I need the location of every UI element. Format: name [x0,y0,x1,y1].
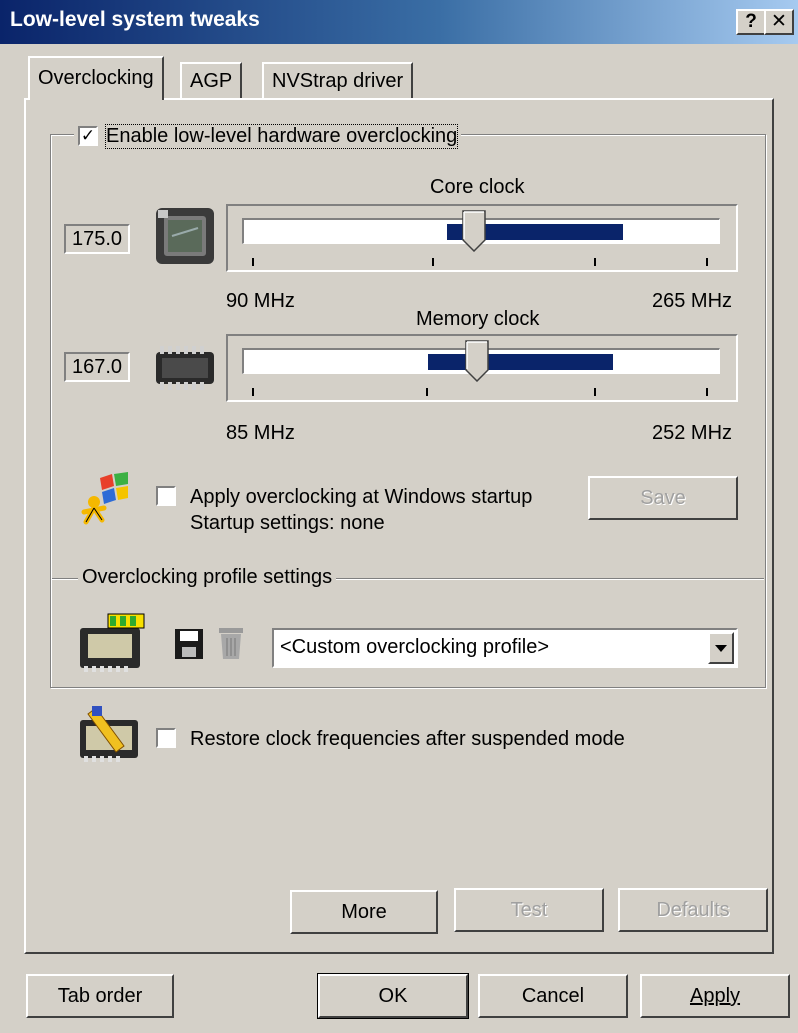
core-tick-high [594,258,596,266]
enable-overclocking-checkbox[interactable]: ✓ [78,126,98,146]
profile-select-value: <Custom overclocking profile> [280,636,550,658]
core-clock-max-label: 265 MHz [652,290,733,312]
startup-checkbox[interactable] [156,486,176,506]
chevron-down-icon[interactable] [708,632,734,664]
memory-clock-value: 167.0 [64,352,131,382]
core-clock-title: Core clock [430,176,525,198]
restore-checkbox[interactable] [156,728,176,748]
profile-group-label: Overclocking profile settings [78,566,337,589]
tab-agp[interactable]: AGP [180,62,243,100]
window-title: Low-level system tweaks [10,8,260,31]
video-card-icon [78,612,158,672]
memory-clock-min-label: 85 MHz [226,422,295,444]
restore-label: Restore clock frequencies after suspende… [190,728,625,750]
core-tick-max [706,258,708,266]
cancel-button[interactable]: Cancel [478,974,628,1018]
windows-startup-icon [80,472,132,532]
memory-chip-icon [154,344,216,392]
startup-status: Startup settings: none [190,512,385,534]
tab-overclocking[interactable]: Overclocking [28,56,164,100]
core-clock-value: 175.0 [64,224,131,254]
memory-tick-max [706,388,708,396]
tab-order-button[interactable]: Tab order [26,974,174,1018]
memory-clock-max-label: 252 MHz [652,422,733,444]
enable-overclocking-label: Enable low-level hardware overclocking [104,123,459,149]
memory-clock-slider[interactable] [226,334,738,402]
tab-nvstrap-driver[interactable]: NVStrap driver [262,62,414,100]
floppy-save-icon[interactable] [174,628,204,660]
profile-select[interactable]: <Custom overclocking profile> [272,628,738,668]
memory-tick-min [252,388,254,396]
trash-icon[interactable] [218,626,244,660]
core-tick-min [252,258,254,266]
memory-clock-thumb[interactable] [464,340,489,383]
save-button[interactable]: Save [588,476,738,520]
memory-clock-title: Memory clock [416,308,540,330]
title-bar[interactable]: Low-level system tweaks ? ✕ [0,0,798,44]
memory-tick-high [594,388,596,396]
help-button[interactable]: ? [736,9,766,35]
test-button[interactable]: Test [454,888,604,932]
ok-button[interactable]: OK [317,973,469,1019]
more-button[interactable]: More [290,890,438,934]
core-clock-slider[interactable] [226,204,738,272]
startup-label: Apply overclocking at Windows startup [190,486,533,508]
defaults-button[interactable]: Defaults [618,888,768,932]
gpu-chip-icon [154,206,216,266]
core-clock-min-label: 90 MHz [226,290,295,312]
close-button[interactable]: ✕ [764,9,794,35]
apply-button[interactable]: Apply [640,974,790,1018]
memory-tick-low [426,388,428,396]
core-clock-thumb[interactable] [462,210,486,253]
memory-clock-range [428,354,613,370]
restore-card-icon [78,706,144,764]
core-tick-low [432,258,434,266]
